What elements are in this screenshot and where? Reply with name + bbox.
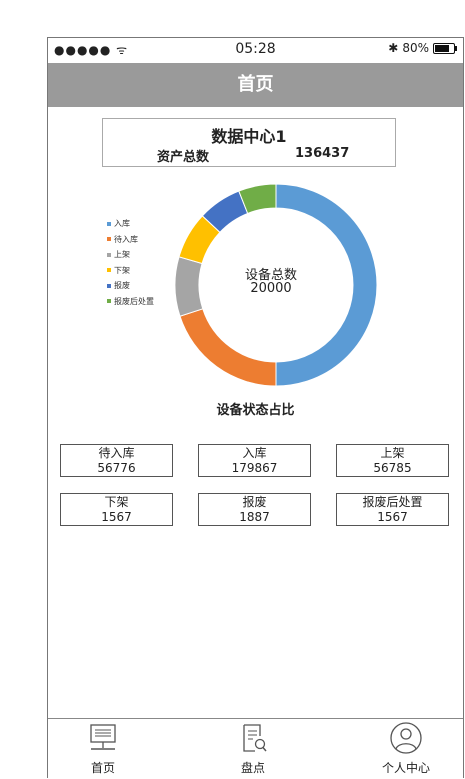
stat-card-on-shelf[interactable]: 上架 56785 bbox=[336, 444, 449, 477]
legend-swatch bbox=[107, 299, 111, 304]
legend-item: 待入库 bbox=[107, 232, 154, 248]
donut-slice-待入库 bbox=[179, 308, 277, 387]
legend-item: 入库 bbox=[107, 216, 154, 232]
tab-label: 盘点 bbox=[240, 761, 265, 775]
stat-card-pending-storage[interactable]: 待入库 56776 bbox=[60, 444, 173, 477]
tab-home[interactable]: 首页 bbox=[58, 719, 148, 779]
donut-center-value: 20000 bbox=[250, 281, 292, 296]
tab-label: 首页 bbox=[90, 761, 115, 775]
phone-frame: ●●●●● ᯤ 05:28 ✱ 80% 首页 数据中心1 资产总数 136437… bbox=[47, 37, 464, 778]
document-search-icon bbox=[243, 724, 267, 752]
legend-item: 下架 bbox=[107, 263, 154, 279]
stat-label: 报废后处置 bbox=[362, 495, 423, 509]
tab-inventory-check[interactable]: 盘点 bbox=[208, 719, 298, 779]
status-bar: ●●●●● ᯤ 05:28 ✱ 80% bbox=[48, 38, 463, 62]
tab-profile[interactable]: 个人中心 bbox=[361, 719, 451, 779]
stat-value: 56785 bbox=[373, 461, 412, 475]
stat-value: 56776 bbox=[97, 461, 136, 475]
stat-card-in-storage[interactable]: 入库 179867 bbox=[198, 444, 311, 477]
legend-label: 上架 bbox=[114, 250, 130, 260]
battery-percent: 80% bbox=[402, 41, 429, 55]
chart-legend: 入库待入库上架下架报废报废后处置 bbox=[107, 216, 154, 309]
stat-label: 入库 bbox=[242, 446, 267, 460]
legend-item: 报废 bbox=[107, 278, 154, 294]
asset-total-label: 资产总数 bbox=[157, 150, 210, 165]
stat-card-scrapped[interactable]: 报废 1887 bbox=[198, 493, 311, 526]
user-icon bbox=[390, 722, 422, 754]
donut-slice-上架 bbox=[174, 256, 204, 317]
stat-label: 报废 bbox=[242, 495, 267, 509]
legend-label: 报废后处置 bbox=[114, 296, 154, 306]
bottom-tab-bar: 首页 盘点 个人中心 bbox=[48, 718, 463, 779]
legend-swatch bbox=[107, 268, 111, 273]
stat-label: 下架 bbox=[104, 495, 129, 509]
legend-label: 入库 bbox=[114, 219, 130, 229]
legend-swatch bbox=[107, 283, 111, 288]
stat-label: 上架 bbox=[380, 446, 405, 460]
status-right: ✱ 80% bbox=[388, 41, 457, 55]
battery-fill bbox=[435, 44, 450, 52]
page-title: 首页 bbox=[48, 63, 463, 107]
tab-label: 个人中心 bbox=[381, 761, 430, 775]
stat-card-off-shelf[interactable]: 下架 1567 bbox=[60, 493, 173, 526]
chart-caption: 设备状态占比 bbox=[216, 403, 295, 418]
stat-value: 1887 bbox=[239, 510, 270, 524]
data-center-name: 数据中心1 bbox=[211, 127, 287, 146]
monitor-icon bbox=[90, 724, 116, 750]
legend-item: 报废后处置 bbox=[107, 294, 154, 310]
stat-value: 179867 bbox=[231, 461, 278, 475]
stat-label: 待入库 bbox=[98, 446, 135, 460]
legend-label: 待入库 bbox=[114, 234, 138, 244]
legend-swatch bbox=[107, 221, 111, 226]
legend-label: 报废 bbox=[114, 281, 130, 291]
legend-item: 上架 bbox=[107, 247, 154, 263]
legend-swatch bbox=[107, 237, 111, 242]
bluetooth-icon: ✱ bbox=[388, 41, 399, 55]
battery-icon bbox=[433, 42, 457, 54]
legend-swatch bbox=[107, 252, 111, 257]
data-center-card[interactable]: 数据中心1 资产总数 136437 bbox=[102, 118, 396, 167]
asset-total-value: 136437 bbox=[295, 146, 350, 161]
legend-label: 下架 bbox=[114, 265, 130, 275]
stat-value: 1567 bbox=[377, 510, 408, 524]
stat-value: 1567 bbox=[101, 510, 132, 524]
stat-card-post-scrap-disposal[interactable]: 报废后处置 1567 bbox=[336, 493, 449, 526]
